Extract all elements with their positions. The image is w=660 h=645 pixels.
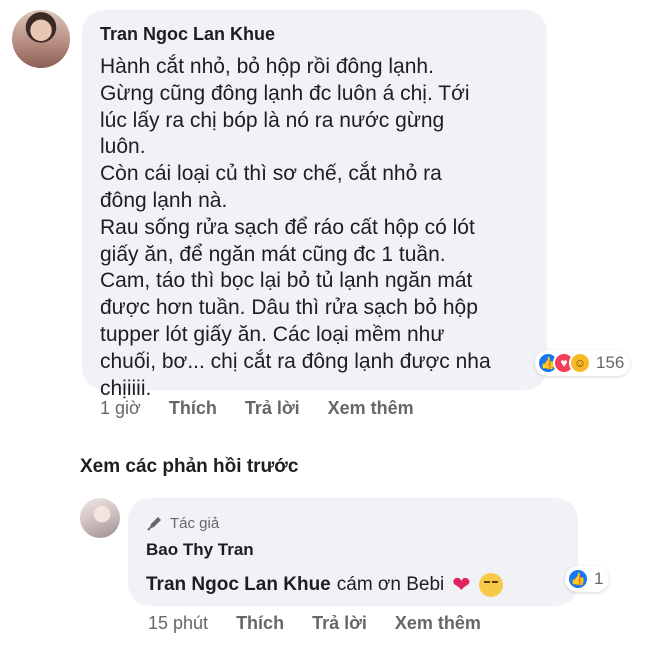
- grateful-face-emoji-icon: [478, 573, 503, 597]
- reply-reactions[interactable]: 👍 1: [565, 566, 610, 592]
- reply-see-more-button[interactable]: Xem thêm: [395, 613, 481, 634]
- reply-time[interactable]: 15 phút: [148, 613, 208, 634]
- reply-like-button[interactable]: Thích: [236, 613, 284, 634]
- reply-reaction-count: 1: [594, 569, 604, 588]
- reply-button[interactable]: Trả lời: [245, 398, 300, 419]
- comment-bubble: Tran Ngoc Lan Khue Hành cắt nhỏ, bỏ hộp …: [82, 10, 547, 400]
- comment-time[interactable]: 1 giờ: [100, 398, 141, 419]
- like-button[interactable]: Thích: [169, 398, 217, 419]
- author-badge: Tác giả: [146, 514, 560, 532]
- reply-text: cám ơn Bebi: [336, 574, 445, 595]
- heart-emoji-icon: ❤: [452, 572, 471, 597]
- reaction-count: 156: [596, 353, 625, 372]
- comment-reactions[interactable]: 👍 ♥ ☺ 156: [535, 350, 631, 376]
- pen-icon: [147, 517, 161, 531]
- reply-text-line: Tran Ngoc Lan Khue cám ơn Bebi ❤: [146, 572, 560, 598]
- reply-bubble: Tác giả Bao Thy Tran Tran Ngoc Lan Khue …: [128, 498, 578, 606]
- reply-reply-button[interactable]: Trả lời: [312, 613, 367, 634]
- mention-link[interactable]: Tran Ngoc Lan Khue: [146, 574, 331, 596]
- reply-author[interactable]: Bao Thy Tran: [146, 540, 560, 560]
- see-more-button[interactable]: Xem thêm: [328, 398, 414, 419]
- reply-actions: 15 phút Thích Trả lời Xem thêm: [148, 613, 509, 634]
- care-icon: ☺: [569, 352, 591, 374]
- author-badge-label: Tác giả: [170, 514, 220, 532]
- commenter-avatar[interactable]: [12, 10, 70, 68]
- reply-avatar[interactable]: [80, 498, 120, 538]
- comment-text: Hành cắt nhỏ, bỏ hộp rồi đông lạnh. Gừng…: [100, 55, 491, 400]
- comment-author[interactable]: Tran Ngoc Lan Khue: [100, 24, 529, 45]
- comment-actions: 1 giờ Thích Trả lời Xem thêm: [100, 398, 442, 419]
- like-icon: 👍: [567, 568, 589, 590]
- view-previous-replies-link[interactable]: Xem các phản hồi trước: [80, 456, 298, 478]
